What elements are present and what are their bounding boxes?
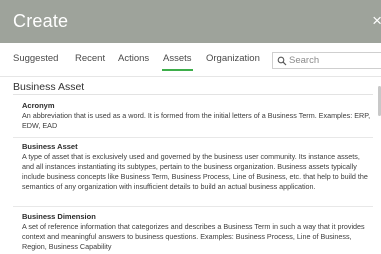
section-title: Business Asset (13, 81, 85, 93)
item-description: A set of reference information that cate… (22, 222, 365, 251)
item-name: Acronym (22, 101, 55, 110)
tab-recent[interactable]: Recent (75, 53, 105, 64)
search-box[interactable] (272, 52, 381, 69)
item-name: Business Asset (22, 142, 78, 151)
list-item-business-asset[interactable]: Business Asset A type of asset that is e… (22, 142, 372, 192)
item-description: A type of asset that is exclusively used… (22, 152, 368, 191)
item-name: Business Dimension (22, 212, 96, 221)
tab-organization[interactable]: Organization (206, 53, 260, 64)
search-icon (277, 56, 287, 66)
list-item-business-dimension[interactable]: Business Dimension A set of reference in… (22, 212, 372, 252)
search-input[interactable] (287, 53, 381, 68)
item-divider (13, 137, 373, 138)
dialog-header: Create × (0, 0, 381, 43)
list-item-acronym[interactable]: Acronym An abbreviation that is used as … (22, 101, 372, 131)
dialog-title: Create (13, 11, 69, 31)
item-description: An abbreviation that is used as a word. … (22, 111, 371, 130)
tab-suggested[interactable]: Suggested (13, 53, 58, 64)
item-divider (13, 206, 373, 207)
tab-actions[interactable]: Actions (118, 53, 149, 64)
section-divider (13, 94, 373, 95)
tab-assets[interactable]: Assets (162, 53, 193, 71)
close-icon[interactable]: × (372, 12, 381, 29)
